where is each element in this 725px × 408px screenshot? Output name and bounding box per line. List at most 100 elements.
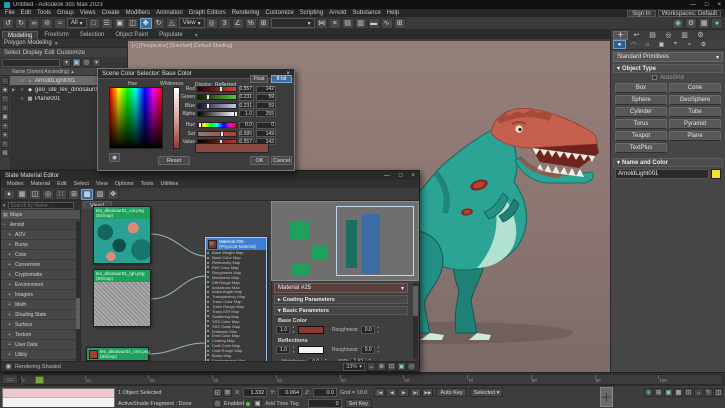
color-slider-row[interactable]: Red 0.557 142: [181, 85, 276, 93]
slate-zoom-region-icon[interactable]: ⊡: [387, 362, 396, 371]
slate-zoom-selected-icon[interactable]: ◎: [407, 362, 416, 371]
primitive-button[interactable]: Torus: [615, 119, 667, 129]
menu-item[interactable]: File: [2, 10, 18, 16]
slate-zoom-icon[interactable]: ⊕: [377, 362, 386, 371]
ribbon-tab[interactable]: Freeform: [39, 31, 73, 39]
align-icon[interactable]: ≡: [329, 18, 341, 29]
snaps-toggle-icon[interactable]: 3: [219, 18, 231, 29]
motion-tab-icon[interactable]: ◎: [661, 31, 676, 40]
primitive-button[interactable]: TextPlus: [615, 143, 667, 153]
browser-search-icon[interactable]: ▾: [3, 203, 6, 209]
unlink-selection-icon[interactable]: ⊘: [41, 18, 53, 29]
int-column-button[interactable]: 8-bit: [271, 75, 292, 83]
base-roughness-field[interactable]: 0.0: [361, 326, 375, 334]
object-type-rollout[interactable]: ▾Object Type: [613, 64, 723, 73]
color-slider-bar[interactable]: [197, 131, 237, 137]
slate-menu-item[interactable]: Utilities: [158, 181, 182, 187]
color-slider-bar[interactable]: [197, 94, 237, 100]
camera-icon[interactable]: ▣: [253, 399, 262, 408]
filter-shapes-icon[interactable]: ◠: [1, 95, 9, 103]
menu-item[interactable]: Scripting: [297, 10, 326, 16]
menu-item[interactable]: Arnold: [326, 10, 349, 16]
display-tab-icon[interactable]: ▥: [677, 31, 692, 40]
float-value-field[interactable]: 0.585: [239, 130, 254, 137]
ribbon-tab[interactable]: Object Paint: [110, 31, 153, 39]
helpers-icon[interactable]: ⌖: [669, 40, 682, 49]
browser-category-row[interactable]: +User Data: [1, 340, 80, 350]
browser-category-row[interactable]: +Imagers: [1, 290, 80, 300]
zoom-all-icon[interactable]: ⊞: [654, 388, 663, 397]
basic-parameters-rollout[interactable]: ▾Basic Parameters: [274, 306, 408, 315]
slate-menu-item[interactable]: Modes: [4, 181, 27, 187]
render-setup-icon[interactable]: ⚙: [685, 18, 697, 29]
slate-minimize-button[interactable]: —: [384, 173, 390, 179]
slate-menu-item[interactable]: Material: [28, 181, 54, 187]
int-value-field[interactable]: 255: [256, 110, 276, 117]
filter-bones-icon[interactable]: ≈: [1, 140, 9, 148]
layer-explorer-toggle-icon[interactable]: ▥: [355, 18, 367, 29]
key-mode-toggle[interactable]: ＋: [600, 387, 613, 407]
color-slider-bar[interactable]: [197, 103, 237, 109]
auto-key-button[interactable]: Auto Key: [436, 388, 466, 397]
pan-icon[interactable]: ↔: [694, 388, 703, 397]
menu-item[interactable]: Rendering: [229, 10, 263, 16]
slate-navigator[interactable]: [271, 201, 419, 281]
angle-snap-icon[interactable]: ∠: [232, 18, 244, 29]
primitive-button[interactable]: Pyramid: [669, 119, 721, 129]
slate-show-maps-icon[interactable]: ▩: [81, 189, 93, 200]
add-time-tag[interactable]: Add Time Tag: [265, 401, 299, 407]
slate-node-view[interactable]: View1 tex_dinosaur01_col.png(Bitmap) tex…: [81, 201, 271, 361]
primitive-button[interactable]: Cylinder: [615, 107, 667, 117]
systems-icon[interactable]: ⚙: [697, 40, 710, 49]
reflection-color-swatch[interactable]: [298, 346, 324, 354]
zoom-extents-icon[interactable]: ▣: [664, 388, 673, 397]
browser-root-row[interactable]: ▦Maps: [1, 210, 80, 220]
primitive-button[interactable]: Sphere: [615, 95, 667, 105]
current-frame-field[interactable]: 0: [308, 399, 342, 408]
timeline-options-button[interactable]: ▭: [2, 374, 18, 384]
color-slider-bar[interactable]: [197, 111, 237, 117]
explorer-settings-icon[interactable]: ▾: [92, 58, 101, 67]
filter-materials-icon[interactable]: ●: [1, 131, 9, 139]
cancel-button[interactable]: Cancel: [271, 156, 292, 165]
primitive-button[interactable]: Plane: [669, 131, 721, 141]
menu-item[interactable]: Animation: [153, 10, 186, 16]
float-value-field[interactable]: 1.0: [239, 110, 254, 117]
explorer-menu-item[interactable]: Select: [4, 50, 21, 56]
color-slider-row[interactable]: Alpha 1.0 255: [181, 110, 276, 118]
select-and-move-icon[interactable]: ✥: [140, 18, 152, 29]
filter-containers-icon[interactable]: ▤: [1, 149, 9, 157]
explorer-menu-item[interactable]: Customize: [57, 50, 85, 56]
browser-group-row[interactable]: −Arnold: [1, 220, 80, 230]
select-and-rotate-icon[interactable]: ↻: [153, 18, 165, 29]
primitive-category-dropdown[interactable]: Standard Primitives▾: [613, 52, 723, 62]
use-pivot-point-icon[interactable]: ◎: [206, 18, 218, 29]
object-name-field[interactable]: ArnoldLight001: [615, 169, 709, 179]
parameter-scrollbar[interactable]: [413, 283, 418, 359]
undo-icon[interactable]: ↺: [2, 18, 14, 29]
browser-category-row[interactable]: +Texture: [1, 330, 80, 340]
int-value-field[interactable]: 59: [256, 94, 276, 101]
explorer-search-input[interactable]: [2, 59, 60, 67]
zoom-icon[interactable]: ⊕: [644, 388, 653, 397]
browser-category-row[interactable]: +Surface: [1, 320, 80, 330]
minimize-button[interactable]: —: [690, 2, 696, 8]
zoom-region-icon[interactable]: ⊡: [684, 388, 693, 397]
y-coordinate-field[interactable]: 0.064: [278, 388, 302, 397]
slate-menu-item[interactable]: Options: [112, 181, 137, 187]
select-by-name-icon[interactable]: ☰: [101, 18, 113, 29]
float-column-button[interactable]: Float: [250, 75, 268, 83]
reflection-roughness-field[interactable]: 0.0: [361, 346, 375, 354]
browser-category-row[interactable]: +Conversion: [1, 260, 80, 270]
slate-zoom-extents-icon[interactable]: ▣: [397, 362, 406, 371]
bitmap-node-color[interactable]: tex_dinosaur01_col.png(Bitmap): [93, 206, 151, 264]
color-slider-row[interactable]: Blue 0.231 59: [181, 102, 276, 110]
z-coordinate-field[interactable]: 0.0: [313, 388, 337, 397]
slate-preview-icon[interactable]: ◫: [29, 189, 41, 200]
explorer-lock-icon[interactable]: ◎: [82, 58, 91, 67]
render-icon[interactable]: ●: [711, 18, 723, 29]
activeshade-enabled-toggle[interactable]: ◎Enabled: [213, 399, 250, 408]
int-value-field[interactable]: 0: [256, 122, 276, 129]
previous-frame-icon[interactable]: ◀: [386, 388, 397, 397]
slate-show-grid-icon[interactable]: ▦: [16, 189, 28, 200]
